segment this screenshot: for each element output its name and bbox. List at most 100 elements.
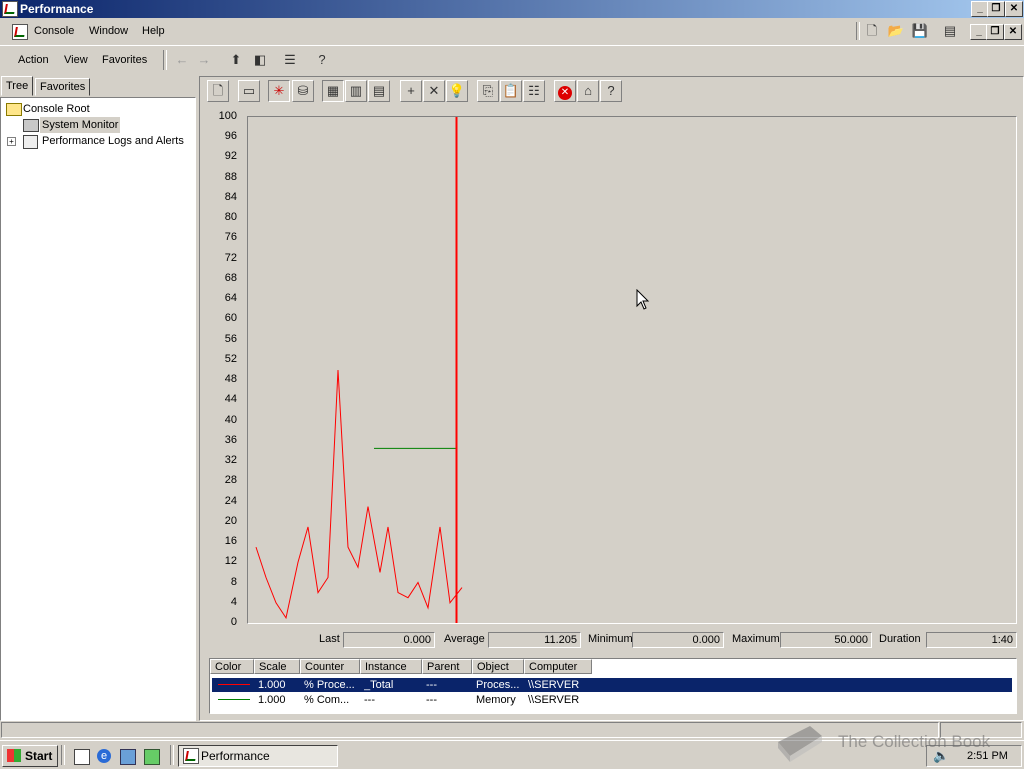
taskbar-button-performance[interactable]: Performance	[178, 745, 338, 767]
menu-help[interactable]: Help	[142, 25, 165, 37]
line-chart	[255, 117, 463, 623]
console-icon[interactable]	[12, 24, 28, 40]
close-button[interactable]: ✕	[1005, 1, 1023, 17]
y-tick-label: 12	[224, 555, 237, 568]
tree-item-label: Performance Logs and Alerts	[42, 135, 184, 147]
watermark: The Collection Book	[774, 722, 1014, 766]
y-tick-label: 40	[224, 413, 237, 426]
mouse-cursor-icon	[636, 289, 650, 310]
legend-instance: _Total	[364, 679, 394, 691]
start-button[interactable]: Start	[2, 745, 58, 767]
book-icon	[778, 726, 822, 762]
counter-legend: Color Scale Counter Instance Parent Obje…	[209, 658, 1017, 714]
column-header-instance[interactable]: Instance	[360, 659, 422, 674]
new-window-icon[interactable]: ▤	[940, 21, 960, 41]
paste-counter-list-icon[interactable]: 📋	[500, 80, 522, 102]
y-tick-label: 72	[224, 251, 237, 264]
column-header-parent[interactable]: Parent	[422, 659, 472, 674]
update-data-icon[interactable]: ⌂	[577, 80, 599, 102]
tree-item-label: Console Root	[23, 103, 90, 115]
legend-computer: \\SERVER	[528, 694, 580, 706]
legend-scale: 1.000	[258, 679, 286, 691]
new-icon[interactable]: 🗋	[862, 21, 882, 41]
help-icon[interactable]: ?	[312, 50, 332, 70]
task-label: Performance	[201, 749, 270, 763]
y-tick-label: 56	[224, 332, 237, 345]
show-desktop-icon[interactable]	[74, 749, 90, 765]
last-value: 0.000	[343, 632, 435, 648]
copy-properties-icon[interactable]: ⎘	[477, 80, 499, 102]
menu-view[interactable]: View	[64, 54, 88, 66]
duration-label: Duration	[879, 633, 921, 645]
tab-tree[interactable]: Tree	[1, 76, 34, 96]
back-icon[interactable]: ←	[172, 50, 192, 70]
y-tick-label: 64	[224, 292, 237, 305]
legend-instance: ---	[364, 694, 375, 706]
performance-logs-icon	[23, 135, 38, 149]
column-header-counter[interactable]: Counter	[300, 659, 360, 674]
action-toolbar: Action View Favorites ← → ⬆ ◧ ☰ ?	[0, 45, 1024, 74]
up-one-level-icon[interactable]: ⬆	[226, 50, 246, 70]
maximum-value: 50.000	[780, 632, 872, 648]
separator	[170, 745, 174, 765]
internet-explorer-icon[interactable]: e	[97, 749, 111, 763]
legend-counter: % Proce...	[304, 679, 355, 691]
y-tick-label: 0	[230, 616, 237, 628]
menu-favorites[interactable]: Favorites	[102, 54, 147, 66]
y-tick-label: 52	[224, 352, 237, 365]
y-tick-label: 20	[224, 514, 237, 527]
view-log-data-icon[interactable]: ⛁	[292, 80, 314, 102]
help-icon[interactable]: ?	[600, 80, 622, 102]
legend-row[interactable]: 1.000 % Proce... _Total --- Proces... \\…	[212, 678, 1012, 692]
average-label: Average	[444, 633, 485, 645]
properties-icon[interactable]: ☷	[523, 80, 545, 102]
view-report-icon[interactable]: ▤	[368, 80, 390, 102]
new-counter-set-icon[interactable]: 🗋	[207, 80, 229, 102]
windows-logo-icon	[7, 749, 21, 762]
show-hide-tree-icon[interactable]: ◧	[250, 50, 270, 70]
open-icon[interactable]: 📂	[886, 21, 906, 41]
expand-icon[interactable]: +	[7, 137, 16, 146]
legend-row[interactable]: 1.000 % Com... --- --- Memory \\SERVER	[212, 693, 1012, 707]
forward-icon[interactable]: →	[194, 50, 214, 70]
legend-computer: \\SERVER	[528, 679, 580, 691]
legend-parent: ---	[426, 679, 437, 691]
minimum-value: 0.000	[632, 632, 724, 648]
column-header-color[interactable]: Color	[210, 659, 254, 674]
menu-window[interactable]: Window	[89, 25, 128, 37]
y-tick-label: 92	[224, 150, 237, 163]
column-header-object[interactable]: Object	[472, 659, 524, 674]
column-header-scale[interactable]: Scale	[254, 659, 300, 674]
y-tick-label: 60	[224, 312, 237, 325]
y-tick-label: 76	[224, 231, 237, 244]
average-value: 11.205	[488, 632, 581, 648]
menu-action[interactable]: Action	[18, 54, 49, 66]
y-tick-label: 24	[224, 494, 237, 507]
tab-favorites[interactable]: Favorites	[35, 78, 91, 96]
delete-icon[interactable]: ✕	[423, 80, 445, 102]
legend-parent: ---	[426, 694, 437, 706]
save-icon[interactable]: 💾	[910, 21, 930, 41]
restore-button[interactable]: ❐	[987, 1, 1005, 17]
highlight-icon[interactable]: 💡	[446, 80, 468, 102]
column-header-computer[interactable]: Computer	[524, 659, 592, 674]
outlook-express-icon[interactable]	[120, 749, 136, 765]
menu-console[interactable]: Console	[34, 25, 74, 37]
properties-icon[interactable]: ☰	[280, 50, 300, 70]
view-current-activity-icon[interactable]: ✳	[268, 80, 290, 102]
y-tick-label: 16	[224, 535, 237, 548]
view-graph-icon[interactable]: ▦	[322, 80, 344, 102]
chart-area	[247, 116, 1017, 624]
legend-scale: 1.000	[258, 694, 286, 706]
menu-bar: Console Window Help 🗋 📂 💾 ▤ _ ❐ ✕	[0, 19, 1024, 43]
freeze-display-icon[interactable]: ✕	[554, 80, 576, 102]
separator	[856, 22, 860, 40]
performance-app-icon[interactable]	[2, 1, 18, 17]
mdi-restore-button[interactable]: ❐	[986, 24, 1004, 40]
mdi-close-button[interactable]: ✕	[1004, 24, 1022, 40]
clear-display-icon[interactable]: ▭	[238, 80, 260, 102]
add-icon[interactable]: +	[400, 80, 422, 102]
view-histogram-icon[interactable]: ▥	[345, 80, 367, 102]
separator	[61, 745, 65, 765]
quick-launch-icon[interactable]	[144, 749, 160, 765]
